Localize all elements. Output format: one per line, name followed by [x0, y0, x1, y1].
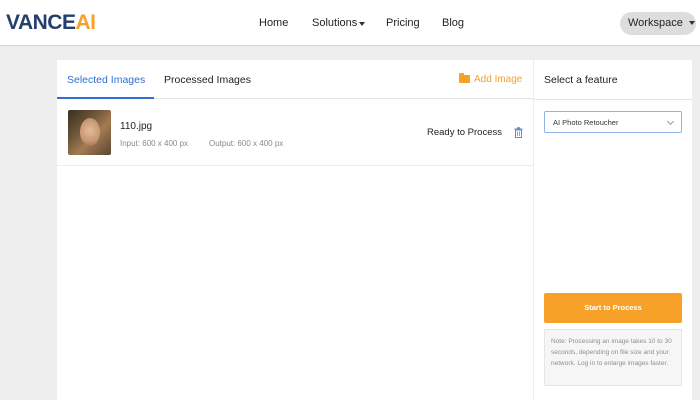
folder-icon [459, 73, 470, 83]
trash-icon[interactable] [514, 127, 523, 138]
workspace-button[interactable]: Workspace [620, 12, 696, 35]
nav-home[interactable]: Home [259, 16, 288, 30]
workspace-label: Workspace [628, 17, 683, 29]
feature-select[interactable]: AI Photo Retoucher [544, 111, 682, 133]
start-process-button[interactable]: Start to Process [544, 293, 682, 323]
processing-note: Note: Processing an image takes 10 to 30… [544, 329, 682, 386]
chevron-down-icon [689, 21, 695, 25]
file-input-size: Input: 600 x 400 px [120, 139, 189, 148]
vanceai-logo[interactable]: VANCEAI [6, 11, 96, 35]
file-name: 110.jpg [120, 121, 153, 132]
add-image-label: Add Image [474, 74, 523, 85]
file-status: Ready to Process [427, 127, 502, 138]
images-panel: Selected Images Processed Images Add Ima… [57, 60, 533, 400]
feature-panel: Select a feature AI Photo Retoucher Star… [534, 60, 692, 400]
file-list-item: 110.jpg Input: 600 x 400 px Output: 600 … [57, 100, 533, 166]
logo-text-accent: AI [75, 11, 96, 34]
feature-panel-title: Select a feature [544, 74, 618, 86]
tab-processed-images[interactable]: Processed Images [164, 74, 251, 87]
active-tab-indicator [57, 97, 154, 99]
chevron-down-icon[interactable] [359, 22, 365, 26]
nav-pricing[interactable]: Pricing [386, 16, 420, 30]
nav-blog[interactable]: Blog [442, 16, 464, 30]
portrait-face [80, 118, 100, 146]
image-thumbnail [68, 110, 111, 155]
divider [534, 99, 692, 100]
nav-solutions[interactable]: Solutions [312, 16, 357, 30]
chevron-down-icon [666, 117, 675, 126]
tab-selected-images[interactable]: Selected Images [67, 74, 145, 87]
file-output-size: Output: 600 x 400 px [209, 139, 284, 148]
feature-select-value: AI Photo Retoucher [553, 118, 619, 127]
top-header: VANCEAI Home Solutions Pricing Blog Work… [0, 0, 700, 46]
logo-text-main: VANCE [6, 11, 76, 34]
image-tabs: Selected Images Processed Images Add Ima… [57, 60, 533, 99]
